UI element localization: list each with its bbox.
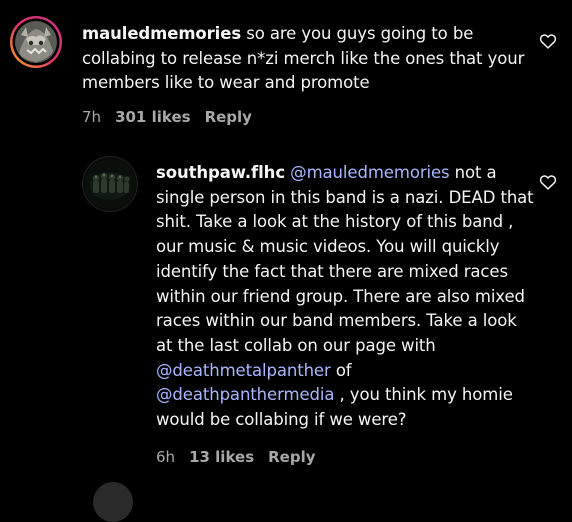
comment-likes[interactable]: 301 likes (115, 108, 191, 126)
avatar[interactable] (9, 15, 63, 69)
reply-time: 6h (156, 448, 176, 466)
reply-button[interactable]: Reply (268, 448, 315, 466)
avatar[interactable] (82, 156, 138, 212)
comment-text: mauledmemories so are you guys going to … (82, 22, 537, 96)
comment-time: 7h (82, 108, 102, 126)
heart-outline-icon[interactable] (539, 33, 557, 49)
reply-meta: 6h 13 likes Reply (156, 448, 316, 466)
mention-link[interactable]: @deathmetalpanther (156, 361, 331, 380)
reply-comment: southpaw.flhc @mauledmemories not a sing… (0, 140, 572, 480)
reply-button[interactable]: Reply (205, 108, 252, 126)
reply-body: not a single person in this band is a na… (156, 163, 534, 355)
avatar-image (82, 156, 138, 212)
comment-username[interactable]: mauledmemories (82, 24, 241, 43)
comment-meta: 7h 301 likes Reply (82, 108, 252, 126)
avatar-image (10, 16, 62, 68)
heart-outline-icon[interactable] (539, 174, 557, 190)
reply-text: southpaw.flhc @mauledmemories not a sing… (156, 161, 534, 433)
reply-likes[interactable]: 13 likes (189, 448, 254, 466)
reply-username[interactable]: southpaw.flhc (156, 163, 285, 182)
comment: mauledmemories so are you guys going to … (0, 0, 572, 140)
avatar[interactable] (93, 482, 133, 522)
mention-link[interactable]: @deathpanthermedia (156, 385, 334, 404)
mention-link[interactable]: @mauledmemories (290, 163, 449, 182)
reply-body: of (330, 360, 352, 380)
